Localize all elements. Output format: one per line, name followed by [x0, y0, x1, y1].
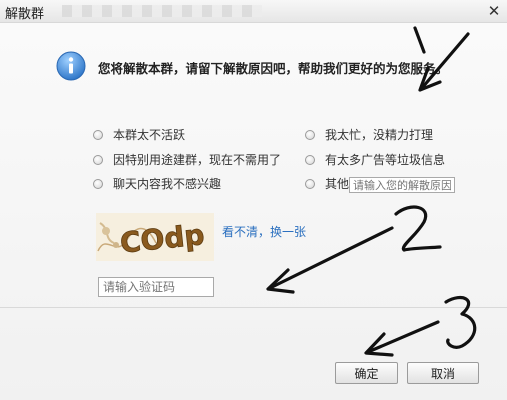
reason-label: 本群太不活跃: [113, 128, 186, 142]
info-icon: [56, 51, 86, 81]
blurred-group-name: [62, 5, 262, 17]
reason-label: 聊天内容我不感兴趣: [113, 177, 222, 191]
reason-option-inactive[interactable]: 本群太不活跃: [93, 126, 185, 143]
headline-text: 您将解散本群，请留下解散原因吧，帮助我们更好的为您服务。: [98, 61, 449, 76]
reason-label: 我太忙，没精力打理: [325, 128, 434, 142]
title-bar: 解散群 ✕: [0, 0, 507, 23]
reason-option-too-busy[interactable]: 我太忙，没精力打理: [305, 126, 433, 143]
other-reason-input[interactable]: [349, 177, 455, 193]
reason-option-spam[interactable]: 有太多广告等垃圾信息: [305, 151, 445, 168]
radio-button[interactable]: [93, 154, 103, 165]
reason-label: 因特别用途建群，现在不需用了: [113, 153, 282, 167]
radio-button[interactable]: [305, 154, 315, 165]
radio-button[interactable]: [93, 178, 103, 189]
reason-label: 有太多广告等垃圾信息: [325, 153, 446, 167]
window-title: 解散群: [5, 7, 45, 22]
reason-option-special-purpose[interactable]: 因特别用途建群，现在不需用了: [93, 151, 281, 168]
refresh-captcha-link[interactable]: 看不清，换一张: [222, 223, 306, 240]
captcha-image: COdp: [96, 213, 214, 261]
divider: [0, 307, 507, 308]
reason-option-other[interactable]: 其他: [305, 175, 349, 192]
reason-option-not-interested[interactable]: 聊天内容我不感兴趣: [93, 175, 221, 192]
ok-button[interactable]: 确定: [335, 362, 398, 384]
radio-button[interactable]: [305, 129, 315, 140]
close-button[interactable]: ✕: [485, 2, 503, 20]
reason-label: 其他: [325, 177, 350, 191]
radio-button[interactable]: [305, 178, 315, 189]
cancel-button[interactable]: 取消: [407, 362, 479, 384]
captcha-code-input[interactable]: [98, 277, 214, 297]
radio-button[interactable]: [93, 129, 103, 140]
